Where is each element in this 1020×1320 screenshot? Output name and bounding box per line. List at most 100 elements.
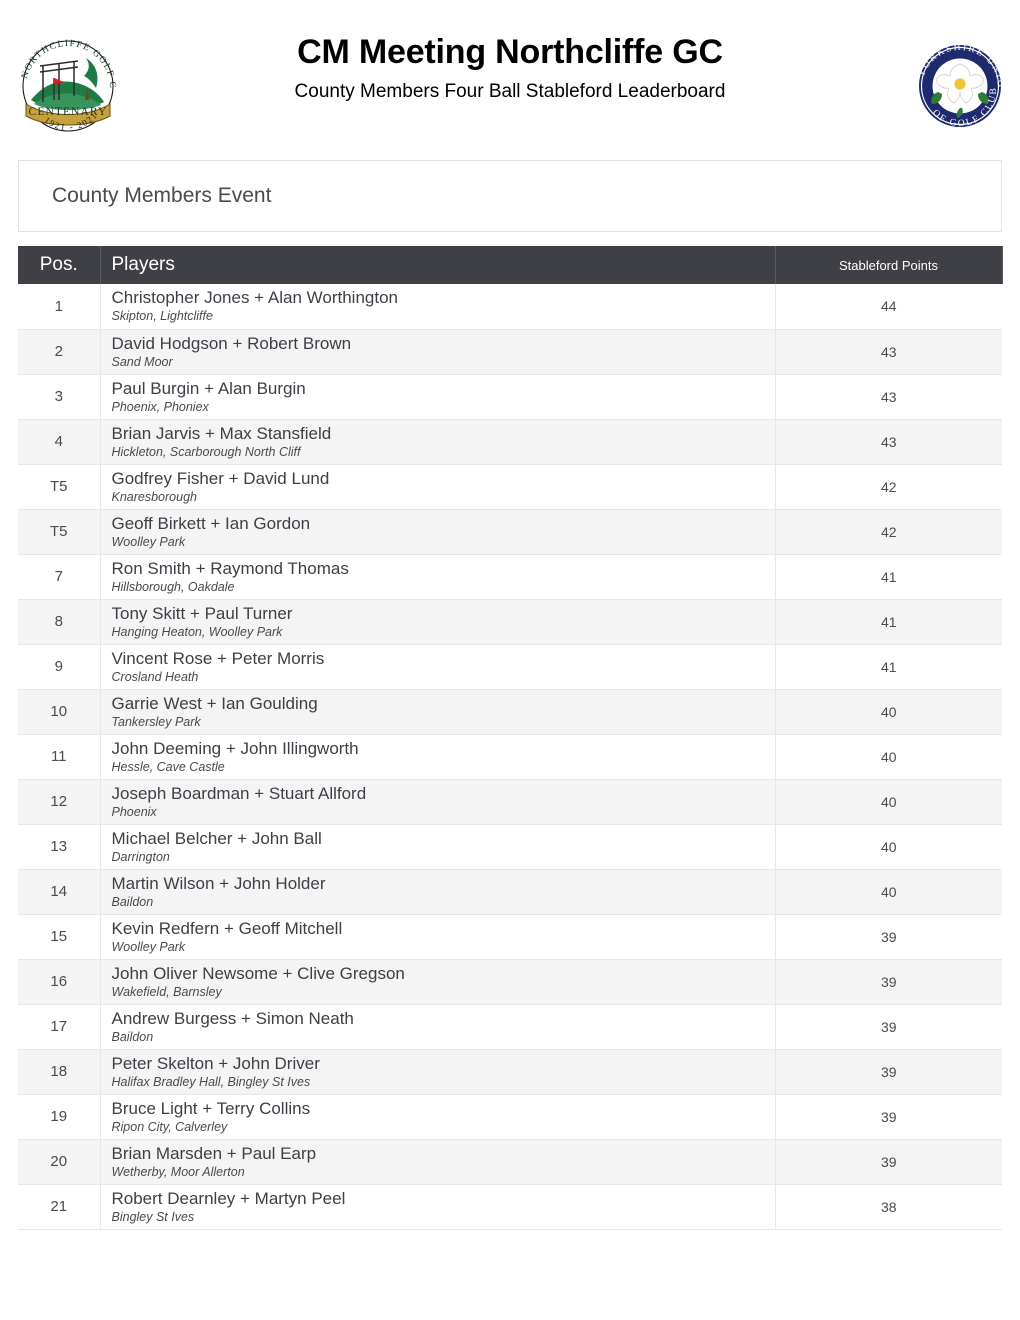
cell-players: Ron Smith + Raymond Thomas Hillsborough, … bbox=[100, 554, 776, 600]
cell-position: T5 bbox=[18, 464, 101, 510]
cell-stableford-points: 39 bbox=[775, 914, 1002, 960]
player-clubs: Knaresborough bbox=[111, 489, 197, 504]
table-row[interactable]: 1 Christopher Jones + Alan Worthington Ski… bbox=[18, 284, 1002, 330]
cell-stableford-points: 41 bbox=[775, 644, 1002, 690]
player-names: Paul Burgin + Alan Burgin bbox=[111, 378, 306, 398]
cell-position: T5 bbox=[18, 509, 101, 555]
player-clubs: Wakefield, Barnsley bbox=[111, 984, 222, 999]
table-row[interactable]: 15 Kevin Redfern + Geoff Mitchell Woolley … bbox=[18, 914, 1002, 960]
leaderboard-head: Pos. Players Stableford Points bbox=[18, 246, 1003, 284]
cell-players: Kevin Redfern + Geoff Mitchell Woolley Pa… bbox=[100, 914, 776, 960]
table-row[interactable]: 7 Ron Smith + Raymond Thomas Hillsborough,… bbox=[18, 554, 1002, 600]
table-row[interactable]: 21 Robert Dearnley + Martyn Peel Bingley S… bbox=[18, 1184, 1002, 1230]
player-clubs: Skipton, Lightcliffe bbox=[111, 309, 213, 324]
leaderboard-wrap: Pos. Players Stableford Points 1 Christop… bbox=[18, 246, 1003, 1230]
table-row[interactable]: 19 Bruce Light + Terry Collins Ripon City,… bbox=[18, 1094, 1002, 1140]
player-clubs: Woolley Park bbox=[111, 939, 186, 954]
cell-stableford-points: 43 bbox=[775, 374, 1002, 420]
table-row[interactable]: 11 John Deeming + John Illingworth Hessle,… bbox=[18, 734, 1002, 780]
table-row[interactable]: 10 Garrie West + Ian Goulding Tankersley P… bbox=[18, 689, 1002, 735]
cell-position: 21 bbox=[18, 1184, 101, 1230]
player-names: John Deeming + John Illingworth bbox=[111, 738, 359, 758]
column-header-position[interactable]: Pos. bbox=[18, 246, 101, 284]
cell-players: Martin Wilson + John Holder Baildon bbox=[100, 869, 776, 915]
cell-stableford-points: 42 bbox=[775, 464, 1002, 510]
cell-position: 18 bbox=[18, 1049, 101, 1095]
player-names: Geoff Birkett + Ian Gordon bbox=[111, 513, 311, 533]
player-names: Martin Wilson + John Holder bbox=[111, 873, 326, 893]
column-header-stableford-points[interactable]: Stableford Points bbox=[775, 246, 1003, 284]
player-clubs: Baildon bbox=[111, 894, 154, 909]
cell-players: David Hodgson + Robert Brown Sand Moor bbox=[100, 329, 776, 375]
cell-stableford-points: 43 bbox=[775, 419, 1002, 465]
player-names: John Oliver Newsome + Clive Gregson bbox=[111, 963, 405, 983]
player-names: Godfrey Fisher + David Lund bbox=[111, 468, 330, 488]
page-subtitle: County Members Four Ball Stableford Lead… bbox=[294, 81, 726, 103]
table-row[interactable]: 9 Vincent Rose + Peter Morris Crosland Hea… bbox=[18, 644, 1002, 690]
cell-players: Brian Marsden + Paul Earp Wetherby, Moor … bbox=[100, 1139, 776, 1185]
table-row[interactable]: 16 John Oliver Newsome + Clive Gregson Wak… bbox=[18, 959, 1002, 1005]
cell-players: Garrie West + Ian Goulding Tankersley Par… bbox=[100, 689, 776, 735]
player-names: Bruce Light + Terry Collins bbox=[111, 1098, 311, 1118]
table-row[interactable]: 18 Peter Skelton + John Driver Halifax Bra… bbox=[18, 1049, 1002, 1095]
player-clubs: Phoenix, Phoniex bbox=[111, 399, 209, 414]
cell-position: 16 bbox=[18, 959, 101, 1005]
player-names: Robert Dearnley + Martyn Peel bbox=[111, 1188, 346, 1208]
cell-position: 3 bbox=[18, 374, 101, 420]
cell-stableford-points: 39 bbox=[775, 1094, 1002, 1140]
cell-position: 19 bbox=[18, 1094, 101, 1140]
table-row[interactable]: T5 Godfrey Fisher + David Lund Knaresborou… bbox=[18, 464, 1002, 510]
cell-stableford-points: 42 bbox=[775, 509, 1002, 555]
table-row[interactable]: 3 Paul Burgin + Alan Burgin Phoenix, Phoni… bbox=[18, 374, 1002, 420]
page-title: CM Meeting Northcliffe GC bbox=[297, 33, 723, 71]
cell-position: 7 bbox=[18, 554, 101, 600]
table-row[interactable]: 12 Joseph Boardman + Stuart Allford Phoeni… bbox=[18, 779, 1002, 825]
cell-players: Michael Belcher + John Ball Darrington bbox=[100, 824, 776, 870]
table-row[interactable]: 4 Brian Jarvis + Max Stansfield Hickleton,… bbox=[18, 419, 1002, 465]
player-clubs: Hanging Heaton, Woolley Park bbox=[111, 624, 283, 639]
player-names: David Hodgson + Robert Brown bbox=[111, 333, 352, 353]
leaderboard-table: Pos. Players Stableford Points 1 Christop… bbox=[18, 246, 1003, 1230]
cell-stableford-points: 41 bbox=[775, 599, 1002, 645]
cell-position: 15 bbox=[18, 914, 101, 960]
cell-stableford-points: 39 bbox=[775, 1004, 1002, 1050]
cell-stableford-points: 39 bbox=[775, 959, 1002, 1005]
cell-stableford-points: 43 bbox=[775, 329, 1002, 375]
main-content: County Members Event Pos. Players Stable… bbox=[0, 160, 1020, 1230]
title-block: CM Meeting Northcliffe GC County Members… bbox=[0, 0, 1020, 104]
table-row[interactable]: T5 Geoff Birkett + Ian Gordon Woolley Park… bbox=[18, 509, 1002, 555]
cell-position: 1 bbox=[18, 284, 101, 330]
table-row[interactable]: 13 Michael Belcher + John Ball Darrington 4… bbox=[18, 824, 1002, 870]
cell-players: Bruce Light + Terry Collins Ripon City, C… bbox=[100, 1094, 776, 1140]
table-row[interactable]: 2 David Hodgson + Robert Brown Sand Moor 43 bbox=[18, 329, 1002, 375]
cell-players: Geoff Birkett + Ian Gordon Woolley Park bbox=[100, 509, 776, 555]
cell-position: 9 bbox=[18, 644, 101, 690]
cell-players: Vincent Rose + Peter Morris Crosland Heat… bbox=[100, 644, 776, 690]
table-row[interactable]: 14 Martin Wilson + John Holder Baildon 40 bbox=[18, 869, 1002, 915]
cell-position: 8 bbox=[18, 599, 101, 645]
player-clubs: Wetherby, Moor Allerton bbox=[111, 1164, 245, 1179]
cell-stableford-points: 40 bbox=[775, 869, 1002, 915]
player-clubs: Hessle, Cave Castle bbox=[111, 759, 225, 774]
player-names: Andrew Burgess + Simon Neath bbox=[111, 1008, 354, 1028]
player-clubs: Phoenix bbox=[111, 804, 157, 819]
cell-players: John Oliver Newsome + Clive Gregson Wakef… bbox=[100, 959, 776, 1005]
table-row[interactable]: 17 Andrew Burgess + Simon Neath Baildon 39 bbox=[18, 1004, 1002, 1050]
cell-stableford-points: 39 bbox=[775, 1049, 1002, 1095]
player-clubs: Darrington bbox=[111, 849, 170, 864]
cell-players: Andrew Burgess + Simon Neath Baildon bbox=[100, 1004, 776, 1050]
column-header-players[interactable]: Players bbox=[100, 246, 776, 284]
cell-players: Godfrey Fisher + David Lund Knaresborough bbox=[100, 464, 776, 510]
cell-position: 2 bbox=[18, 329, 101, 375]
cell-position: 10 bbox=[18, 689, 101, 735]
cell-stableford-points: 40 bbox=[775, 779, 1002, 825]
player-names: Tony Skitt + Paul Turner bbox=[111, 603, 293, 623]
cell-stableford-points: 40 bbox=[775, 734, 1002, 780]
event-panel: County Members Event bbox=[18, 160, 1002, 232]
table-row[interactable]: 20 Brian Marsden + Paul Earp Wetherby, Moo… bbox=[18, 1139, 1002, 1185]
cell-players: Brian Jarvis + Max Stansfield Hickleton, … bbox=[100, 419, 776, 465]
player-names: Vincent Rose + Peter Morris bbox=[111, 648, 325, 668]
table-row[interactable]: 8 Tony Skitt + Paul Turner Hanging Heaton,… bbox=[18, 599, 1002, 645]
cell-players: Christopher Jones + Alan Worthington Skip… bbox=[100, 284, 776, 330]
cell-players: Tony Skitt + Paul Turner Hanging Heaton, … bbox=[100, 599, 776, 645]
